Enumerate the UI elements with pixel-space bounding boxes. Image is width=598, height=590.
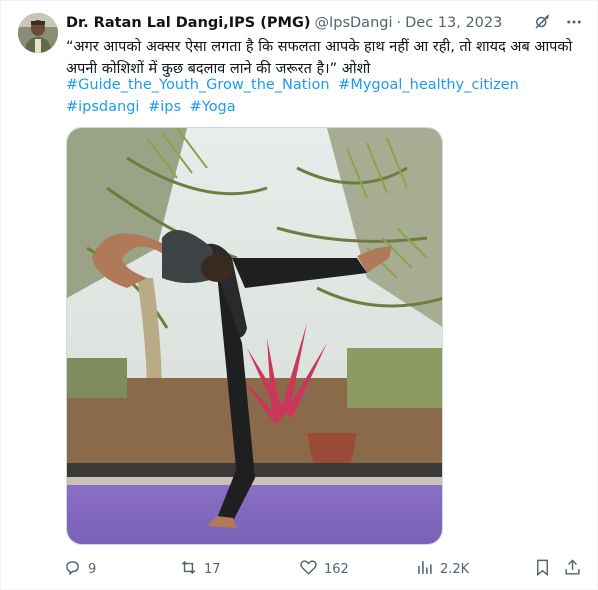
- heart-icon: [299, 558, 318, 581]
- share-icon: [563, 558, 582, 581]
- avatar[interactable]: [18, 13, 58, 53]
- tweet-card[interactable]: Dr. Ratan Lal Dangi,IPS (PMG) @IpsDangi …: [0, 0, 598, 590]
- grok-icon[interactable]: [533, 13, 551, 35]
- tweet-actions: 9 17 162 2.2K: [63, 557, 589, 581]
- tweet-header: Dr. Ratan Lal Dangi,IPS (PMG) @IpsDangi …: [66, 13, 583, 33]
- more-icon[interactable]: [565, 13, 583, 35]
- hashtag-link[interactable]: #ipsdangi: [66, 99, 139, 115]
- repost-icon: [179, 558, 198, 581]
- hashtag-link[interactable]: #Guide_the_Youth_Grow_the_Nation: [66, 77, 330, 93]
- bookmark-icon: [533, 558, 552, 581]
- repost-button[interactable]: 17: [179, 557, 221, 581]
- reply-button[interactable]: 9: [63, 557, 96, 581]
- views-icon: [415, 558, 434, 581]
- separator-dot: ·: [396, 15, 402, 31]
- tweet-photo[interactable]: [66, 127, 443, 545]
- hashtag-link[interactable]: #Mygoal_healthy_citizen: [338, 77, 519, 93]
- bookmark-button[interactable]: [533, 557, 552, 581]
- author-name[interactable]: Dr. Ratan Lal Dangi,IPS (PMG): [66, 15, 310, 31]
- views-button[interactable]: 2.2K: [415, 557, 469, 581]
- reply-count: 9: [88, 561, 97, 577]
- author-handle[interactable]: @IpsDangi: [314, 15, 392, 31]
- reply-icon: [63, 558, 82, 581]
- like-button[interactable]: 162: [299, 557, 349, 581]
- hashtag-list: #Guide_the_Youth_Grow_the_Nation #Mygoal…: [66, 74, 586, 118]
- like-count: 162: [324, 561, 349, 577]
- tweet-date[interactable]: Dec 13, 2023: [405, 15, 502, 31]
- hashtag-link[interactable]: #Yoga: [190, 99, 236, 115]
- views-count: 2.2K: [440, 561, 470, 577]
- repost-count: 17: [204, 561, 221, 577]
- share-button[interactable]: [563, 557, 582, 581]
- hashtag-link[interactable]: #ips: [148, 99, 181, 115]
